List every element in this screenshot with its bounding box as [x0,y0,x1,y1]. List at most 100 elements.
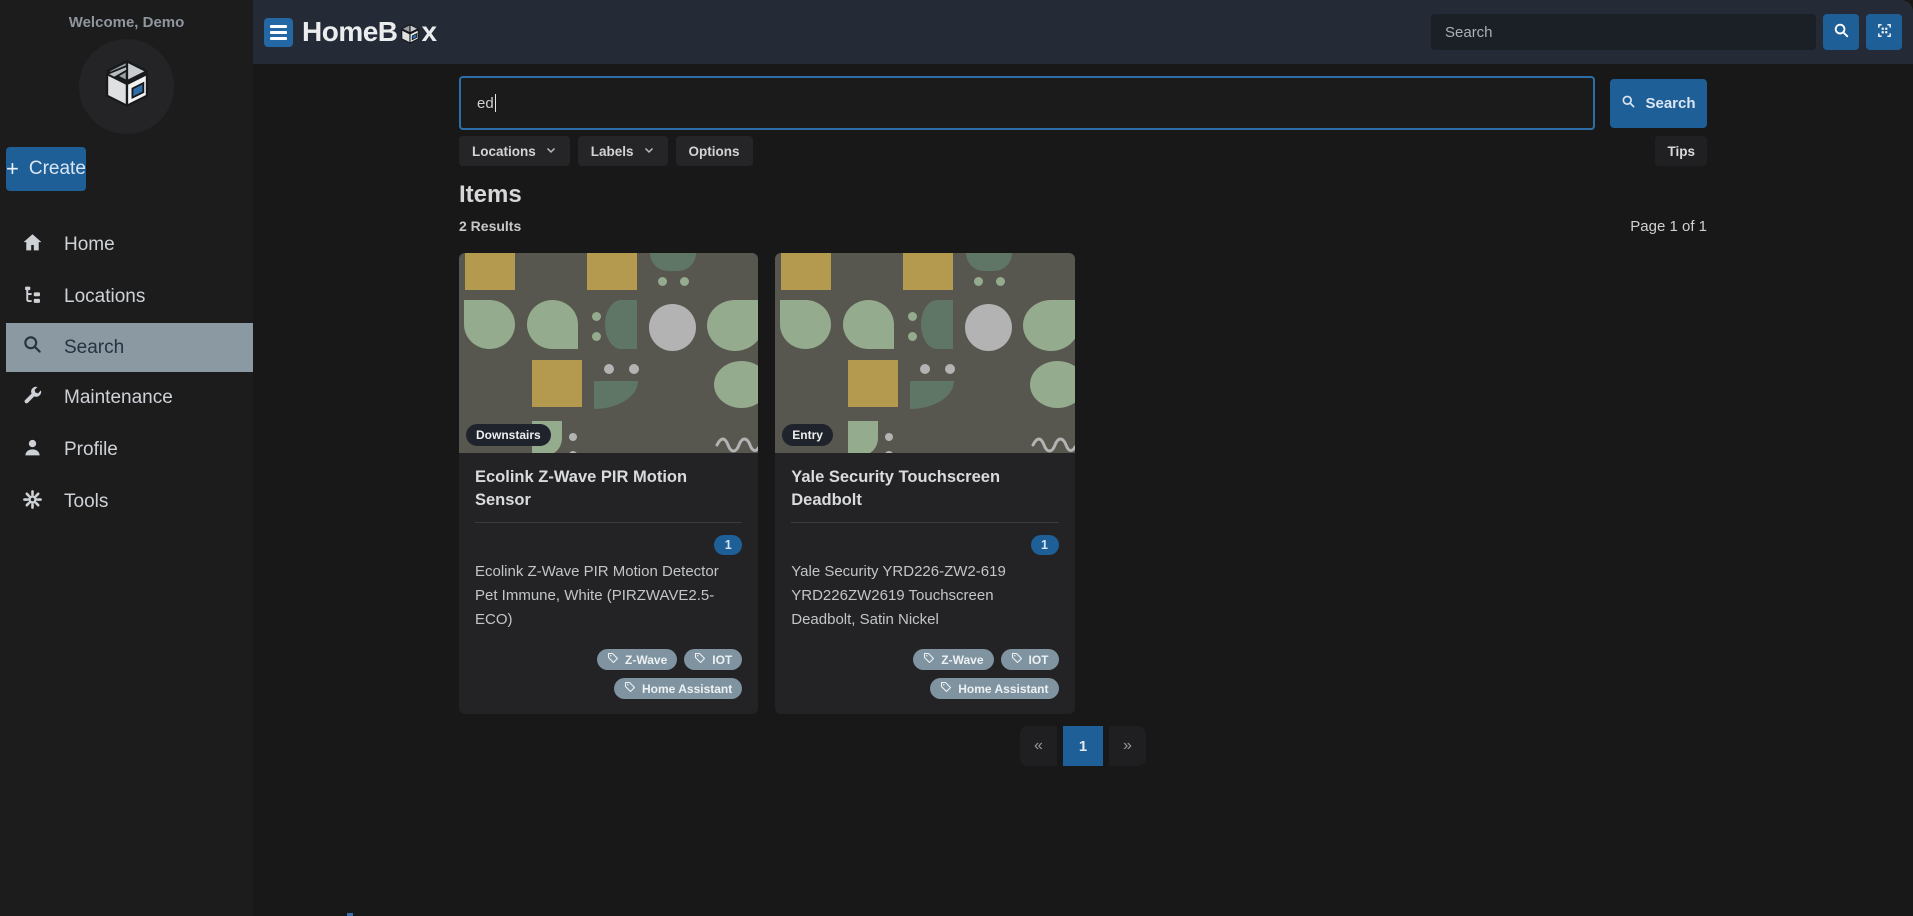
sidebar-nav: Home Locations Search Maintenance Profil… [0,219,253,528]
page-title: Items [459,181,522,208]
squiggle-decoration [715,437,759,453]
sidebar-item-locations[interactable]: Locations [0,271,253,323]
box-logo-icon [98,55,156,118]
pattern-shape [908,332,918,341]
pattern-shape [629,364,639,374]
pattern-shape [680,277,689,286]
pattern-shape [920,364,931,374]
topbar: HomeB x [253,0,1913,64]
chevron-down-icon [643,144,655,159]
squiggle-decoration [1031,437,1075,453]
welcome-text: Welcome, Demo [68,14,185,31]
sidebar-item-maintenance[interactable]: Maintenance [0,372,253,424]
pattern-shape [921,300,954,349]
pagination-prev-button[interactable]: « [1020,726,1057,766]
pagination-page-1-button[interactable]: 1 [1063,726,1103,766]
pattern-shape [903,253,954,290]
sidebar-item-tools[interactable]: Tools [0,476,253,528]
pattern-shape [996,277,1006,286]
pattern-shape [569,433,577,441]
text-caret [494,94,497,112]
pattern-shape [885,433,894,441]
search-query-input[interactable]: ed [459,76,1595,130]
search-icon [1833,22,1850,42]
label-chip-text: IOT [712,652,733,667]
pattern-shape [658,277,667,286]
search-icon [1621,94,1636,113]
filter-label: Options [688,143,740,159]
tag-icon [694,652,706,667]
label-chip[interactable]: Z-Wave [597,649,678,670]
items-grid: Downstairs Ecolink Z-Wave PIR Motion Sen… [459,253,1707,714]
create-button[interactable]: + Create [6,147,86,191]
sidebar-item-search[interactable]: Search [6,323,253,372]
item-description: Yale Security YRD226-ZW2-619 YRD226ZW261… [791,563,1006,628]
sidebar-item-label: Tools [64,491,109,512]
topbar-search-button[interactable] [1823,14,1859,50]
label-chip[interactable]: Home Assistant [930,678,1059,699]
location-badge[interactable]: Entry [782,424,833,446]
quantity-badge: 1 [714,535,743,555]
gear-icon [22,489,43,516]
quantity-badge: 1 [1030,535,1059,555]
label-chip[interactable]: IOT [1000,649,1059,670]
create-button-label: Create [28,158,86,179]
sidebar-item-profile[interactable]: Profile [0,424,253,476]
sidebar-item-home[interactable]: Home [0,219,253,271]
pattern-shape [604,364,614,374]
label-chips: Z-Wave IOT Home Assistant [791,649,1059,699]
item-card[interactable]: Downstairs Ecolink Z-Wave PIR Motion Sen… [459,253,759,714]
pagination-next-button[interactable]: » [1109,726,1146,766]
label-chip[interactable]: Z-Wave [913,649,994,670]
label-chip-text: Home Assistant [958,681,1049,696]
pattern-shape [527,300,578,349]
brand-prefix: HomeB [302,16,398,47]
filter-label: Labels [590,143,634,159]
pattern-shape [885,451,894,453]
chevron-down-icon [545,144,557,159]
pattern-shape [650,253,696,271]
pattern-shape [1030,361,1075,408]
options-filter-button[interactable]: Options [675,136,753,166]
pattern-shape [592,332,601,341]
label-chip[interactable]: Home Assistant [614,678,743,699]
search-button-label: Search [1645,94,1696,112]
sidebar-item-label: Search [64,336,125,358]
pattern-shape [945,364,956,374]
location-badge[interactable]: Downstairs [466,424,551,446]
pattern-shape [592,312,601,321]
tips-button[interactable]: Tips [1655,136,1707,166]
item-card[interactable]: Entry Yale Security Touchscreen Deadbolt… [775,253,1075,714]
search-submit-button[interactable]: Search [1610,78,1707,128]
tag-icon [940,681,952,696]
menu-hamburger-button[interactable] [264,17,293,47]
locations-filter-button[interactable]: Locations [459,136,570,166]
item-card-image: Entry [775,253,1075,453]
user-icon [22,437,43,464]
pattern-shape [464,300,515,349]
pattern-shape [569,451,577,453]
box-logo-icon-small [398,21,422,45]
filter-label: Locations [472,143,536,159]
label-chip-text: IOT [1028,652,1049,667]
pattern-shape [465,253,515,290]
topbar-search-input[interactable] [1431,14,1816,50]
divider [475,522,743,523]
pattern-shape [649,304,696,351]
pattern-shape [908,312,918,321]
pattern-shape [714,361,759,408]
pattern-shape [594,381,638,409]
qr-scan-button[interactable] [1866,14,1902,50]
pattern-shape [587,253,637,290]
labels-filter-button[interactable]: Labels [577,136,668,166]
pattern-shape [848,360,899,407]
label-chip[interactable]: IOT [684,649,743,670]
pattern-shape [605,300,637,349]
tag-icon [1011,652,1023,667]
sidebar-item-label: Profile [64,439,118,460]
pattern-shape [966,253,1013,271]
pagination: « 1 » [459,726,1707,766]
label-chip-text: Home Assistant [642,681,733,696]
label-chips: Z-Wave IOT Home Assistant [475,649,743,699]
pattern-shape [910,381,955,409]
